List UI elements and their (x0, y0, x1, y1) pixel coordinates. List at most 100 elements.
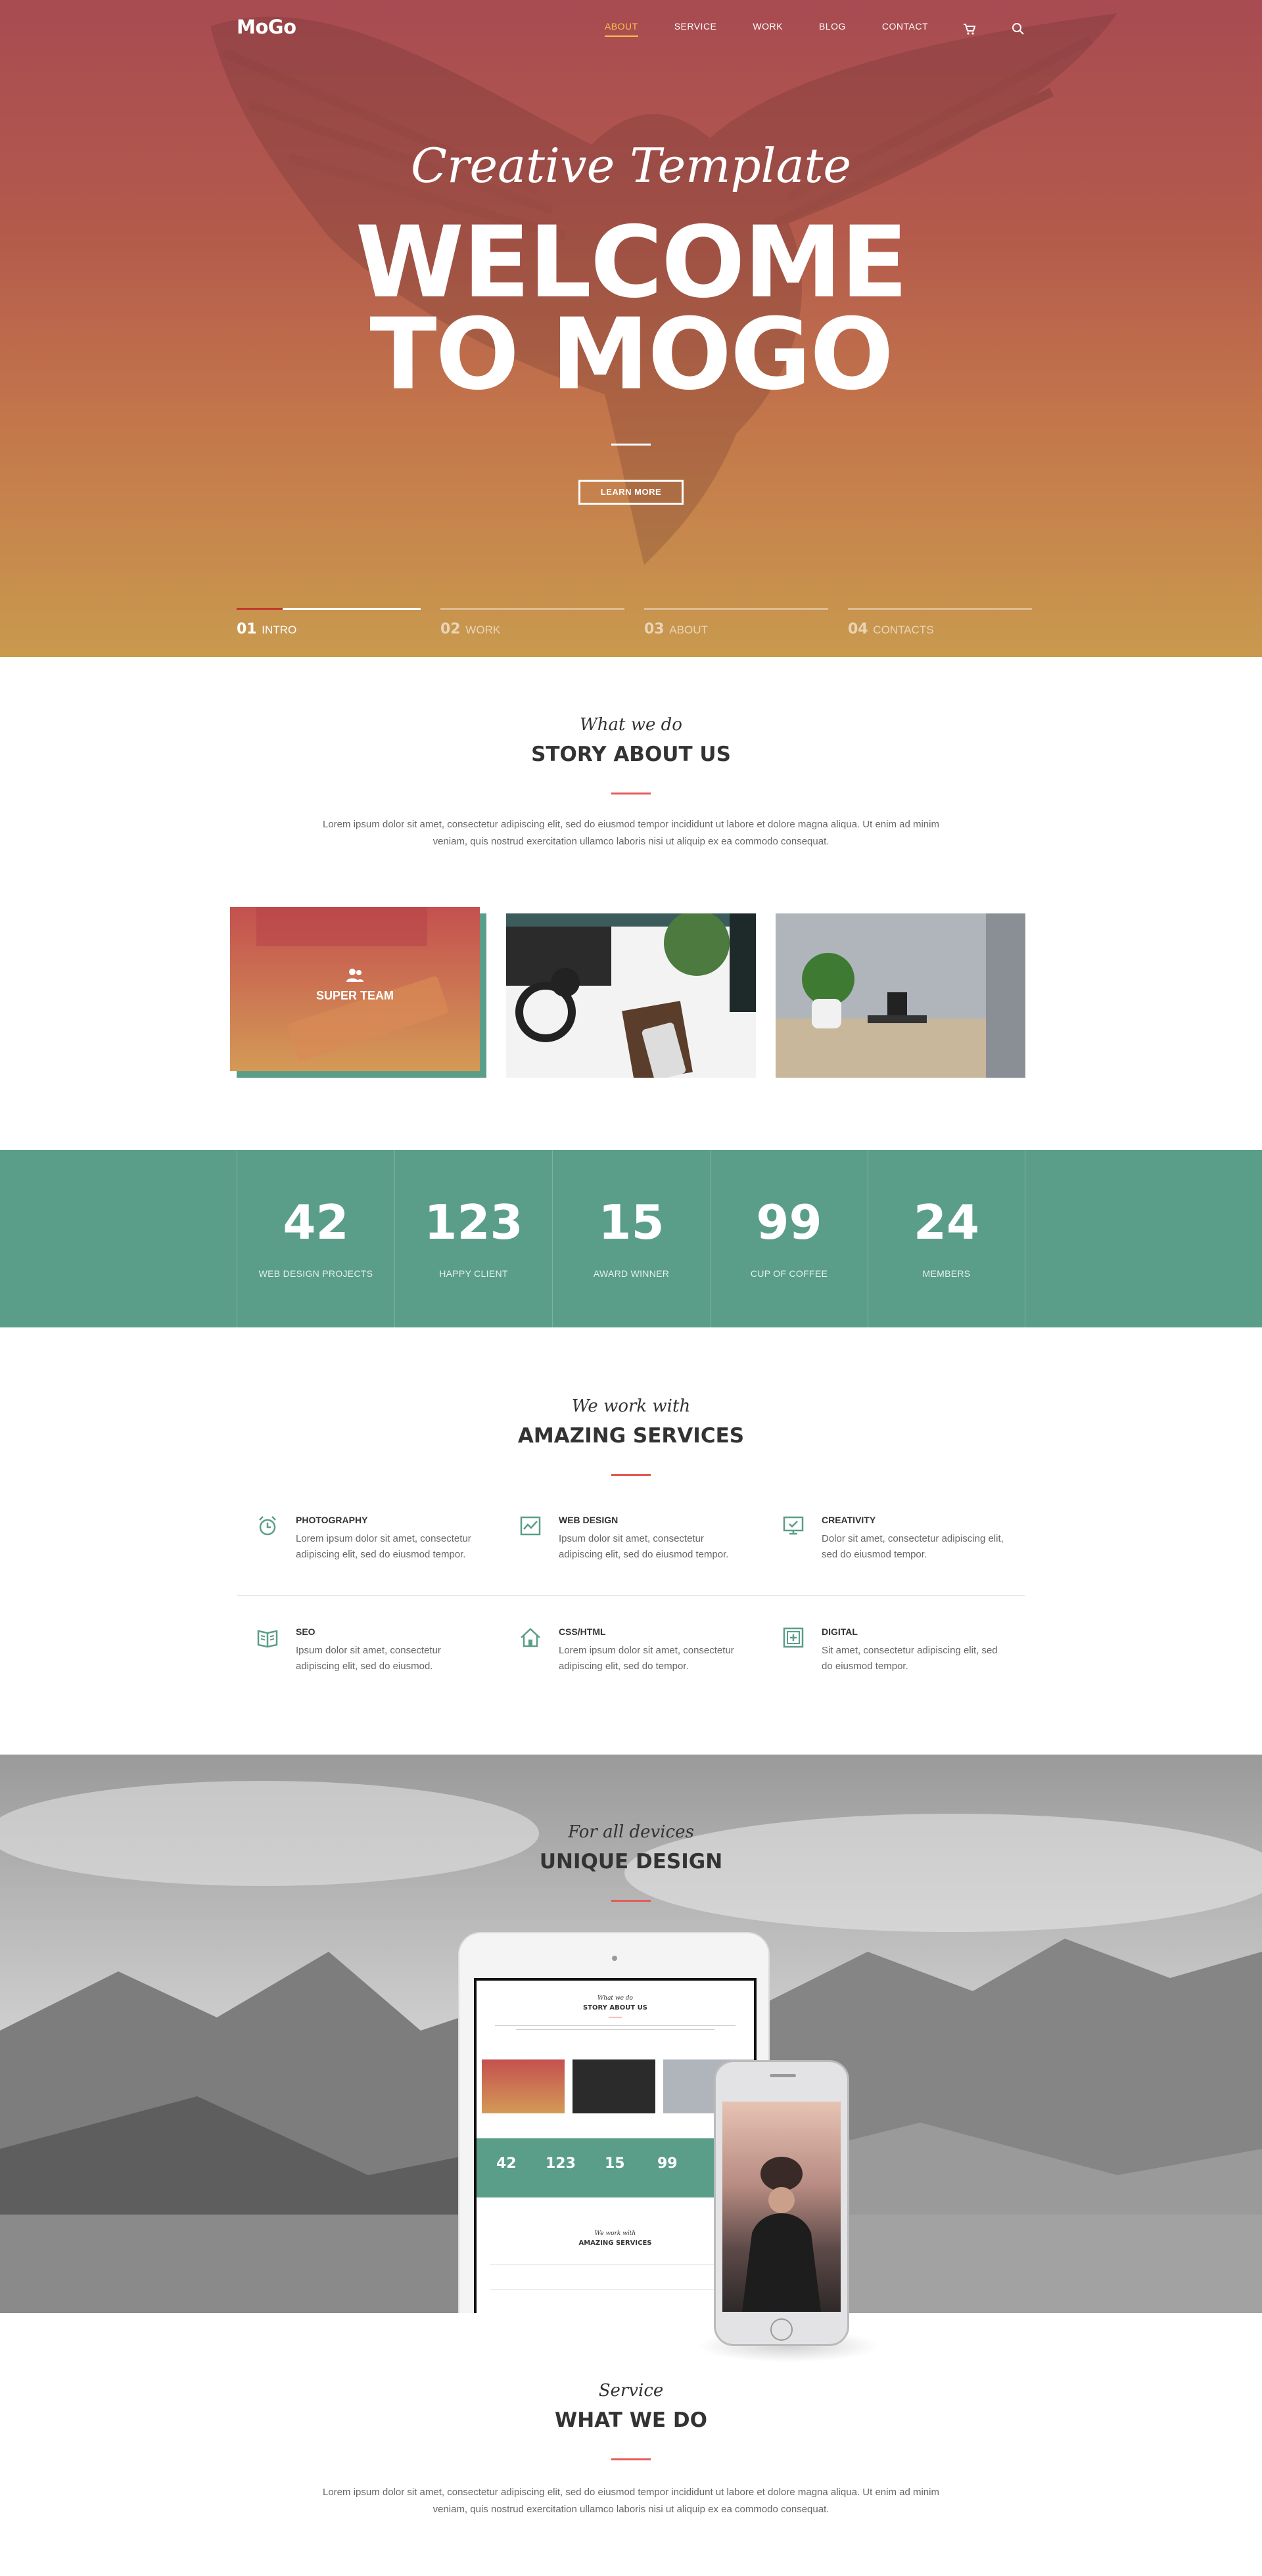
search-icon[interactable] (1011, 22, 1025, 36)
hero-script-title: Creative Template (410, 138, 852, 193)
alarm-clock-icon (259, 1516, 276, 1536)
service-css-html: CSS/HTML Lorem ipsum dolor sit amet, con… (500, 1626, 743, 1686)
services-script: We work with (571, 1396, 691, 1416)
slide-number: 01 (237, 621, 257, 637)
service-seo: SEO Ipsum dolor sit amet, consectetur ad… (237, 1626, 480, 1686)
tablet-stat: 123 (546, 2155, 576, 2172)
tablet-title: STORY ABOUT US (582, 2004, 647, 2012)
slide-number: 02 (440, 621, 461, 637)
logo[interactable]: MoGo (237, 16, 296, 38)
slide-progress-accent (237, 608, 283, 610)
stat-value: 24 (913, 1195, 980, 1250)
service-web-design: Web Design Ipsum dolor sit amet, consect… (500, 1515, 743, 1574)
unique-divider (611, 1900, 651, 1902)
service-title: Digital (822, 1626, 858, 1637)
slide-tab-work[interactable]: 02 Work (440, 608, 624, 647)
service-title: SEO (296, 1626, 316, 1637)
service-heading: Service What we do (0, 2381, 1262, 2460)
home-icon (521, 1628, 540, 1647)
services-divider (611, 1474, 651, 1476)
story-text: Lorem ipsum dolor sit amet, consectetur … (323, 819, 939, 847)
headphones-photo-art (506, 913, 756, 1078)
stat-label: Happy client (439, 1268, 508, 1279)
service-script: Service (598, 2381, 664, 2401)
service-photography: Photography Lorem ipsum dolor sit amet, … (237, 1515, 480, 1574)
phone-person-photo (742, 2157, 821, 2312)
service-title: CSS/HTML (559, 1626, 606, 1637)
tablet-service-line (490, 2289, 739, 2290)
nav-item-about[interactable]: About (604, 21, 638, 37)
main-menu: About Service Work Blog Contact (569, 21, 1025, 37)
tablet-title-2: AMAZING SERVICES (578, 2240, 652, 2247)
hero-title: WELCOME TO MOGO (0, 206, 1262, 412)
tablet-photo-1 (482, 2059, 565, 2113)
phone-home-button (770, 2318, 793, 2341)
service-divider (611, 2458, 651, 2460)
slide-progress-track (848, 608, 1032, 610)
learn-more-button[interactable]: LEARN MORE (578, 480, 684, 505)
hero-title-line-2: TO MOGO (369, 298, 893, 412)
slide-label: About (669, 624, 708, 636)
stats-section: 42 Web design projects 123 Happy client … (0, 1150, 1262, 1327)
hero-slider-tabs: 01 Intro 02 Work 03 About 04 Contacts (237, 608, 1032, 647)
slide-tab-about[interactable]: 03 About (644, 608, 828, 647)
nav-item-blog[interactable]: Blog (819, 21, 846, 37)
slide-tab-contacts[interactable]: 04 Contacts (848, 608, 1032, 647)
tablet-stat: 42 (496, 2155, 517, 2172)
phone-speaker (770, 2074, 796, 2077)
tablet-text-line (516, 2029, 714, 2030)
nav-item-work[interactable]: Work (753, 21, 783, 37)
stat-value: 42 (283, 1195, 349, 1250)
story-script: What we do (580, 715, 682, 735)
stat-label: Award winner (593, 1268, 670, 1279)
tablet-text-line (495, 2025, 736, 2026)
stat-award-winner: 15 Award winner (552, 1150, 710, 1327)
hero-section: MoGo About Service Work Blog Contact Cre… (0, 0, 1262, 657)
unique-title: Unique design (539, 1850, 723, 1874)
stat-label: Members (922, 1268, 971, 1279)
stat-label: Web design projects (258, 1268, 373, 1279)
service-text: Ipsum dolor sit amet, consectetur adipis… (559, 1533, 729, 1560)
service-title: Web Design (559, 1515, 619, 1525)
slide-progress-track (440, 608, 624, 610)
stat-label: Cup of coffee (750, 1268, 828, 1279)
nav-item-contact[interactable]: Contact (882, 21, 928, 37)
service-title: What we do (555, 2408, 707, 2432)
slide-tab-intro[interactable]: 01 Intro (237, 608, 421, 647)
phone-screen (722, 2102, 841, 2312)
stat-value: 123 (424, 1195, 523, 1250)
super-team-card[interactable]: SUPER TEAM (230, 907, 480, 1071)
tablet-script: What we do (597, 1995, 633, 2002)
slide-label: Work (465, 624, 501, 636)
service-text: Lorem ipsum dolor sit amet, consectetur … (559, 1645, 734, 1672)
service-text: Lorem ipsum dolor sit amet, consectetur … (296, 1533, 471, 1560)
stat-value: 99 (756, 1195, 822, 1250)
hero-divider (611, 444, 651, 446)
stat-web-design-projects: 42 Web design projects (237, 1150, 394, 1327)
phone-device-mockup (714, 2060, 849, 2346)
page: { "nav": { "logo": "MoGo", "items": [ {"… (0, 0, 1262, 2576)
service-text: Ipsum dolor sit amet, consectetur adipis… (296, 1645, 441, 1672)
tablet-photo-2 (573, 2059, 655, 2113)
stat-members: 24 Members (868, 1150, 1025, 1327)
hero-title-line-1: WELCOME (355, 206, 908, 320)
slide-progress-track (644, 608, 828, 610)
services-title: Amazing Services (517, 1424, 745, 1448)
plant-desk-photo-art (776, 913, 1025, 1078)
tablet-stat: 99 (657, 2155, 678, 2172)
frame-plus-icon (783, 1627, 804, 1648)
tablet-camera (612, 1956, 617, 1961)
unique-script: For all devices (568, 1822, 694, 1842)
open-book-icon (257, 1630, 278, 1648)
slide-label: Contacts (873, 624, 934, 636)
super-team-label: SUPER TEAM (316, 989, 394, 1002)
tablet-script-2: We work with (594, 2230, 636, 2237)
team-icon (346, 969, 363, 982)
cart-icon[interactable] (962, 22, 977, 36)
nav-item-service[interactable]: Service (674, 21, 717, 37)
service-text: Lorem ipsum dolor sit amet, consectetur … (323, 2487, 939, 2515)
story-heading: What we do Story about us (0, 715, 1262, 794)
service-title: Creativity (822, 1515, 876, 1525)
service-creativity: Creativity Dolor sit amet, consectetur a… (762, 1515, 1006, 1574)
stat-cup-of-coffee: 99 Cup of coffee (710, 1150, 868, 1327)
